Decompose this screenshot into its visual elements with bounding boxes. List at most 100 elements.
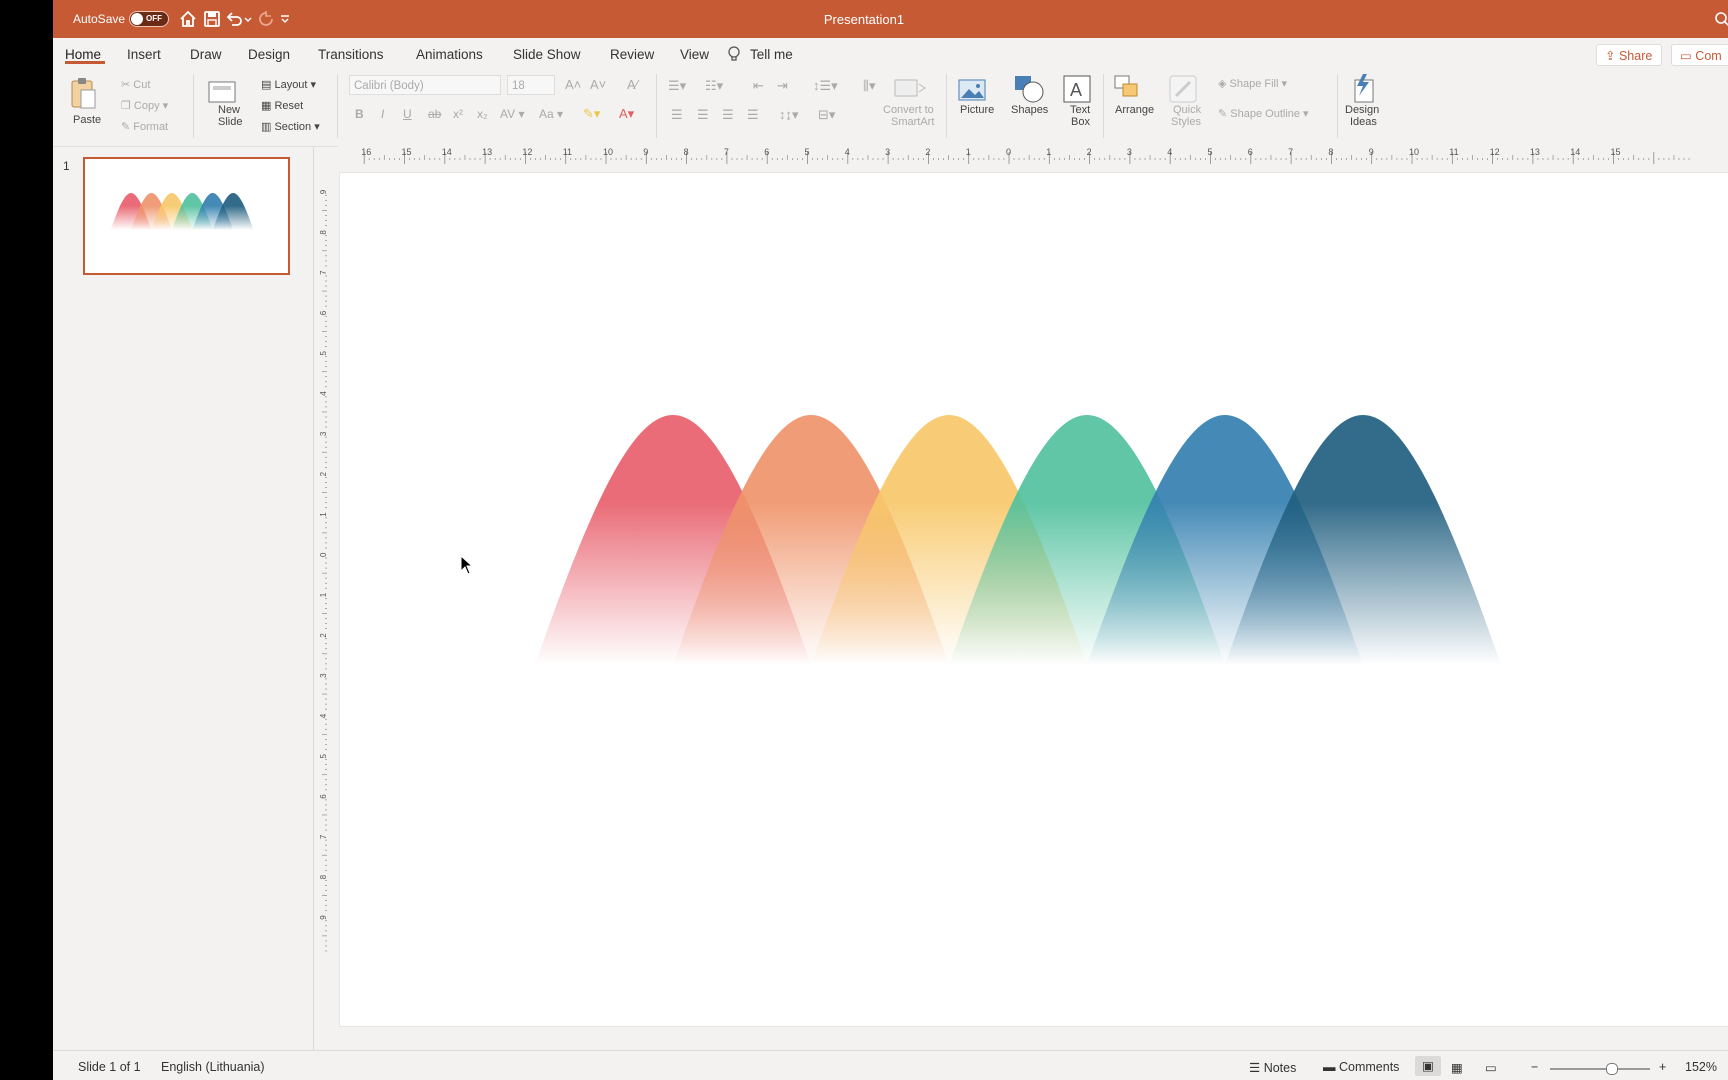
increase-indent-icon[interactable]: ⇥ [777, 78, 788, 94]
strikethrough-icon[interactable]: ab [428, 107, 441, 121]
ruler-v-label: 9 [319, 915, 328, 920]
clear-format-icon[interactable]: A⁄ [627, 77, 638, 92]
reset-button[interactable]: ▦ Reset [261, 99, 303, 112]
divider [946, 74, 947, 138]
normal-view-icon[interactable]: ▣ [1415, 1056, 1441, 1076]
cut-button[interactable]: ✂ Cut [121, 78, 150, 91]
paste-icon[interactable] [69, 76, 99, 112]
shapes-label[interactable]: Shapes [1011, 104, 1048, 116]
language[interactable]: English (Lithuania) [161, 1060, 265, 1074]
textbox-icon[interactable]: A [1062, 74, 1092, 104]
tab-review[interactable]: Review [610, 47, 654, 62]
tab-home[interactable]: Home [65, 47, 101, 62]
tab-insert[interactable]: Insert [127, 47, 161, 62]
paste-label[interactable]: Paste [73, 114, 101, 126]
thumbnail-preview [110, 193, 254, 230]
comments-label: Comments [1338, 1060, 1400, 1074]
notes-button[interactable]: ☰ Notes [1249, 1060, 1296, 1075]
share-button[interactable]: ⇪ Share [1596, 44, 1662, 66]
textbox-label-1[interactable]: Text [1070, 104, 1090, 116]
format-painter-button[interactable]: ✎ Format [121, 120, 168, 133]
quick-styles-icon[interactable] [1168, 74, 1202, 104]
shapes-icon[interactable] [1013, 74, 1047, 104]
align-text-icon[interactable]: ⊟▾ [818, 107, 835, 123]
justify-icon[interactable]: ☰ [747, 107, 759, 123]
quick-styles-label-2[interactable]: Styles [1171, 116, 1201, 128]
arrange-label[interactable]: Arrange [1115, 104, 1154, 116]
section-button[interactable]: ▥ Section ▾ [261, 120, 320, 133]
decrease-indent-icon[interactable]: ⇤ [753, 78, 764, 94]
align-center-icon[interactable]: ☰ [697, 107, 709, 123]
tab-draw[interactable]: Draw [190, 47, 222, 62]
layout-button[interactable]: ▤ Layout ▾ [261, 78, 316, 91]
new-slide-label-1[interactable]: New [218, 104, 240, 116]
ruler-h-label: 14 [442, 147, 452, 157]
search-icon[interactable] [1713, 10, 1728, 28]
font-color-icon[interactable]: A▾ [619, 106, 634, 122]
change-case-icon[interactable]: Aa ▾ [539, 107, 563, 121]
subscript-icon[interactable]: x₂ [477, 107, 488, 121]
cut-label: Cut [133, 79, 151, 91]
numbering-icon[interactable]: ☷▾ [705, 78, 723, 94]
italic-icon[interactable]: I [381, 107, 384, 121]
new-slide-label-2[interactable]: Slide [218, 116, 242, 128]
ruler-v-label: 8 [319, 230, 328, 235]
slide-thumbnail-1[interactable] [83, 157, 290, 275]
picture-icon[interactable] [957, 78, 989, 104]
tab-design[interactable]: Design [248, 47, 290, 62]
shape-outline-button[interactable]: ✎ Shape Outline ▾ [1218, 107, 1309, 120]
bullets-icon[interactable]: ☰▾ [668, 78, 686, 94]
picture-label[interactable]: Picture [960, 104, 994, 116]
highlight-icon[interactable]: ✎▾ [583, 106, 600, 122]
convert-smartart-label-2[interactable]: SmartArt [891, 116, 934, 128]
font-name-dropdown[interactable]: Calibri (Body) [349, 75, 501, 95]
underline-icon[interactable]: U [403, 107, 412, 121]
smartart-icon[interactable] [891, 76, 927, 100]
comments-status-button[interactable]: ▬ Comments [1323, 1060, 1399, 1074]
arrange-icon[interactable] [1113, 74, 1147, 104]
title-bar: AutoSave OFF Presentation1 [53, 0, 1728, 38]
vertical-ruler: 9 8 7 6 5 4 3 2 1 0 1 2 3 4 5 6 7 8 9 [315, 164, 333, 1050]
zoom-slider-track[interactable] [1550, 1068, 1650, 1070]
comments-button-label: Com [1695, 49, 1722, 63]
character-spacing-icon[interactable]: AV ▾ [500, 107, 524, 121]
zoom-level[interactable]: 152% [1685, 1060, 1717, 1074]
convert-smartart-label-1[interactable]: Convert to [883, 104, 934, 116]
ruler-v-label: 4 [319, 391, 328, 396]
tab-transitions[interactable]: Transitions [318, 47, 384, 62]
slide-sorter-icon[interactable]: ▦ [1451, 1060, 1463, 1075]
shrink-font-icon[interactable]: A˅ [590, 77, 606, 92]
design-ideas-label-1[interactable]: Design [1345, 104, 1379, 116]
comments-button[interactable]: ▭ Com [1671, 44, 1728, 66]
superscript-icon[interactable]: x² [453, 107, 463, 121]
align-left-icon[interactable]: ☰ [671, 107, 683, 123]
align-right-icon[interactable]: ☰ [722, 107, 734, 123]
line-spacing-icon[interactable]: ↕☰▾ [813, 78, 838, 94]
textbox-label-2[interactable]: Box [1071, 116, 1090, 128]
section-label: Section [274, 121, 312, 133]
tab-view[interactable]: View [680, 47, 709, 62]
tell-me-search[interactable]: Tell me [750, 47, 793, 62]
rainbow-arches-graphic[interactable] [340, 173, 1728, 1026]
reading-view-icon[interactable]: ▭ [1485, 1060, 1497, 1075]
grow-font-icon[interactable]: A˄ [565, 77, 581, 92]
new-slide-icon[interactable] [207, 78, 239, 106]
shape-fill-button[interactable]: ◈ Shape Fill ▾ [1218, 77, 1287, 90]
design-ideas-label-2[interactable]: Ideas [1350, 116, 1377, 128]
bold-icon[interactable]: B [355, 107, 364, 121]
zoom-slider-handle[interactable] [1606, 1063, 1618, 1075]
share-label: Share [1618, 49, 1653, 63]
tab-animations[interactable]: Animations [416, 47, 483, 62]
copy-button[interactable]: ❐ Copy ▾ [121, 99, 168, 112]
vertical-ruler-ticks: 9 8 7 6 5 4 3 2 1 0 1 2 3 4 5 6 7 8 9 [319, 189, 328, 952]
columns-icon[interactable]: ⫼▾ [863, 78, 876, 94]
zoom-out-icon[interactable]: − [1531, 1060, 1538, 1074]
zoom-in-icon[interactable]: + [1659, 1060, 1666, 1074]
font-size-dropdown[interactable]: 18 [507, 75, 555, 95]
quick-styles-label-1[interactable]: Quick [1173, 104, 1201, 116]
slide-canvas[interactable] [339, 172, 1728, 1027]
text-direction-icon[interactable]: ↕↨▾ [779, 107, 799, 123]
tab-slide-show[interactable]: Slide Show [513, 47, 581, 62]
design-ideas-icon[interactable] [1349, 72, 1379, 106]
ruler-h-label: 10 [603, 147, 613, 157]
